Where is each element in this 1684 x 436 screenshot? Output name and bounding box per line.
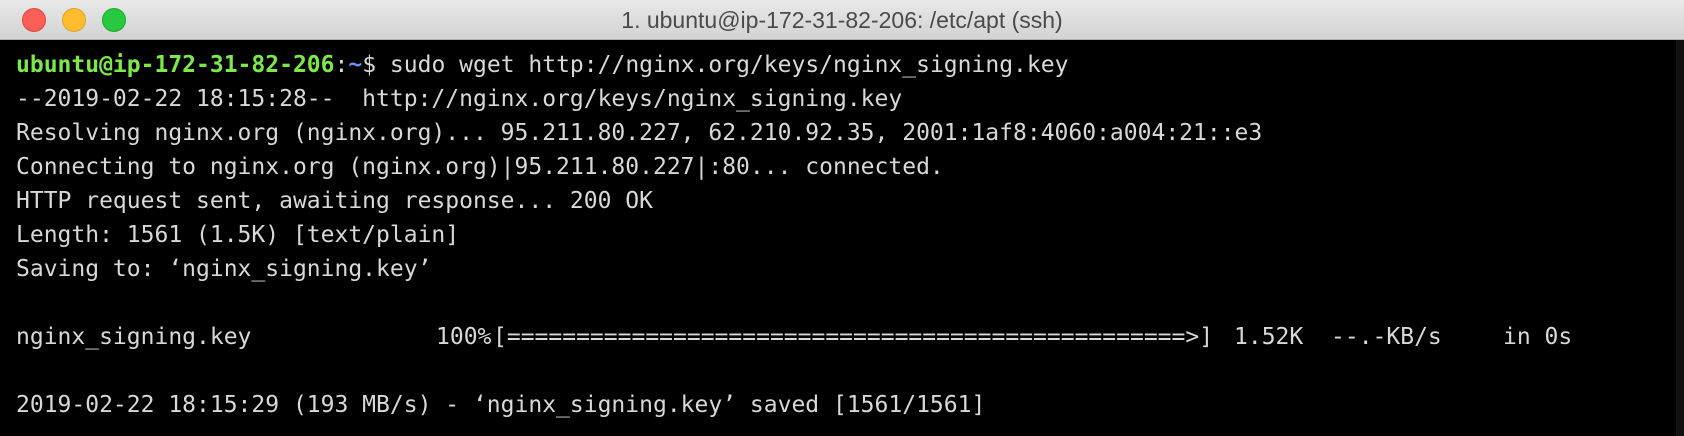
progress-filename: nginx_signing.key bbox=[16, 324, 252, 350]
terminal-window: 1. ubuntu@ip-172-31-82-206: /etc/apt (ss… bbox=[0, 0, 1684, 436]
terminal-content[interactable]: ubuntu@ip-172-31-82-206:~$ sudo wget htt… bbox=[8, 40, 1676, 436]
terminal-command-line: ubuntu@ip-172-31-82-206:~$ sudo wget htt… bbox=[16, 48, 1068, 82]
terminal-output-line: HTTP request sent, awaiting response... … bbox=[16, 188, 653, 214]
terminal-output-line: Resolving nginx.org (nginx.org)... 95.21… bbox=[16, 120, 1263, 146]
prompt-symbol: $ bbox=[362, 52, 390, 78]
title-bar[interactable]: 1. ubuntu@ip-172-31-82-206: /etc/apt (ss… bbox=[0, 0, 1684, 40]
terminal-final-line: 2019-02-22 18:15:29 (193 MB/s) - ‘nginx_… bbox=[16, 392, 986, 418]
prompt-user-host: ubuntu@ip-172-31-82-206 bbox=[16, 52, 335, 78]
progress-speed: --.-KB/s bbox=[1331, 324, 1442, 350]
progress-percent: 100% bbox=[436, 324, 492, 350]
terminal-output-line: --2019-02-22 18:15:28-- http://nginx.org… bbox=[16, 86, 903, 112]
entered-command: sudo wget http://nginx.org/keys/nginx_si… bbox=[389, 52, 1069, 78]
terminal-output-line: Length: 1561 (1.5K) [text/plain] bbox=[16, 222, 460, 248]
progress-size: 1.52K bbox=[1234, 324, 1304, 350]
window-title: 1. ubuntu@ip-172-31-82-206: /etc/apt (ss… bbox=[621, 7, 1063, 33]
progress-bar: [=======================================… bbox=[493, 324, 1214, 350]
terminal-output-line: Connecting to nginx.org (nginx.org)|95.2… bbox=[16, 154, 944, 180]
prompt-path: ~ bbox=[348, 52, 363, 78]
terminal-scrollbar[interactable] bbox=[1676, 40, 1684, 436]
terminal-output-line: Saving to: ‘nginx_signing.key’ bbox=[16, 256, 432, 282]
progress-time: in 0s bbox=[1503, 324, 1573, 350]
prompt-separator: : bbox=[334, 52, 349, 78]
